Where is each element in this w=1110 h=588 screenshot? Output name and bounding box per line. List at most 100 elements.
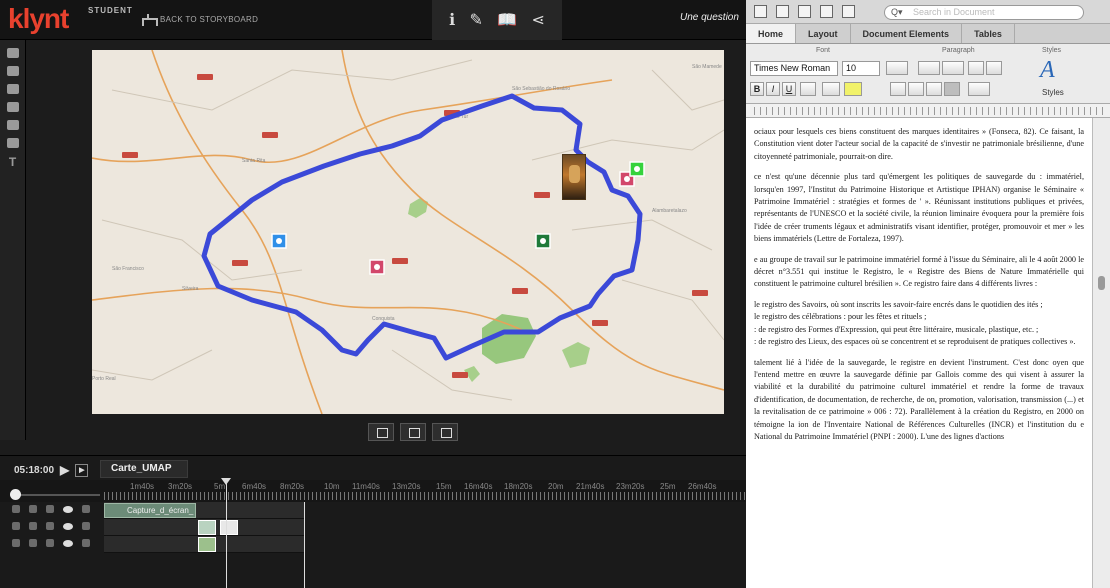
trash-icon[interactable] — [12, 522, 20, 530]
new-document-icon[interactable] — [754, 5, 767, 18]
camera-icon[interactable] — [6, 66, 19, 76]
clip-thumbnail[interactable] — [220, 520, 238, 535]
eye-icon[interactable] — [63, 523, 73, 530]
layout-small-button[interactable] — [368, 423, 394, 441]
save-icon[interactable] — [820, 5, 833, 18]
video-icon[interactable] — [6, 84, 19, 94]
ruler-label: 3m20s — [168, 482, 193, 491]
book-icon[interactable]: 📖 — [497, 10, 517, 30]
lock-icon[interactable] — [82, 539, 90, 547]
tab-home[interactable]: Home — [746, 24, 797, 43]
timecode-display: 05:18:00 ▶ ▶ — [14, 463, 89, 477]
font-size-select[interactable]: 10 — [842, 61, 880, 76]
clip-capture[interactable]: Capture_d_écran_ — [104, 503, 196, 518]
settings-icon[interactable] — [29, 522, 37, 530]
align-left-icon[interactable] — [890, 82, 906, 96]
document-page[interactable]: ociaux pour lesquels ces biens constitue… — [746, 118, 1092, 588]
layout-wide-button[interactable] — [432, 423, 458, 441]
tab-layout[interactable]: Layout — [796, 24, 851, 43]
ruler-label: 1m40s — [130, 482, 155, 491]
timeline-ruler[interactable]: 1m40s 3m20s 5m 6m40s 8m20s 10m 11m40s 13… — [0, 480, 746, 502]
track-lane[interactable] — [104, 536, 304, 553]
svg-text:Conquista: Conquista — [372, 316, 395, 322]
ruler-label: 15m — [436, 482, 452, 491]
step-forward-icon[interactable]: ▶ — [75, 463, 89, 477]
trash-icon[interactable] — [12, 505, 20, 513]
music-icon[interactable] — [6, 102, 19, 112]
eye-icon[interactable] — [63, 540, 73, 547]
document-search-input[interactable]: Search in Document — [884, 5, 1084, 20]
map-canvas[interactable]: São Sebastião do Rosário Rio Tur Santa R… — [92, 50, 724, 414]
track-lane[interactable]: Capture_d_écran_ — [104, 502, 304, 519]
align-center-icon[interactable] — [908, 82, 924, 96]
marker-blue — [271, 233, 287, 249]
styles-group-label: Styles — [1042, 47, 1062, 54]
photo-marker-thumbnail[interactable] — [562, 154, 586, 200]
clip-thumbnail[interactable] — [198, 537, 216, 552]
track-row: Capture_d_écran_ — [0, 502, 746, 519]
grid-icon[interactable] — [6, 48, 19, 58]
track-controls — [12, 505, 90, 513]
info-icon[interactable]: ℹ — [449, 10, 455, 30]
trash-icon[interactable] — [12, 539, 20, 547]
tab-tables[interactable]: Tables — [962, 24, 1015, 43]
styles-icon[interactable]: A — [1040, 58, 1066, 82]
numbering-icon[interactable] — [942, 61, 964, 75]
edit-pencil-icon[interactable]: ✎ — [470, 10, 483, 30]
templates-icon[interactable] — [776, 5, 789, 18]
lock-icon[interactable] — [82, 505, 90, 513]
justify-icon[interactable] — [944, 82, 960, 96]
open-icon[interactable] — [798, 5, 811, 18]
track-lane[interactable] — [104, 519, 304, 536]
font-name-select[interactable]: Times New Roman — [750, 61, 838, 76]
lock-toggle-icon[interactable] — [46, 522, 54, 530]
word-window: Search in Document Home Layout Document … — [746, 0, 1110, 588]
align-right-icon[interactable] — [926, 82, 942, 96]
decrease-indent-icon[interactable] — [968, 61, 984, 75]
scrollbar-thumb[interactable] — [1098, 276, 1105, 290]
marker-lime — [629, 161, 645, 177]
lock-toggle-icon[interactable] — [46, 505, 54, 513]
ruler-label: 25m — [660, 482, 676, 491]
marker-green — [535, 233, 551, 249]
timeline-panel: 05:18:00 ▶ ▶ Carte_UMAP 1m40s 3m20s 5m 6… — [0, 455, 746, 588]
lock-icon[interactable] — [82, 522, 90, 530]
paragraph: ce n'est qu'une décennie plus tard qu'ém… — [754, 172, 1084, 244]
underline-button[interactable]: U — [782, 82, 796, 96]
change-case-icon[interactable] — [886, 61, 908, 75]
bullets-icon[interactable] — [918, 61, 940, 75]
playhead[interactable] — [221, 478, 231, 588]
italic-button[interactable]: I — [766, 82, 780, 96]
bold-button[interactable]: B — [750, 82, 764, 96]
paragraph-group-label: Paragraph — [942, 47, 975, 54]
slideshow-icon[interactable] — [6, 120, 19, 130]
play-icon[interactable]: ▶ — [60, 463, 69, 477]
text-tool-icon[interactable]: T — [7, 156, 19, 168]
zoom-slider-track[interactable] — [10, 494, 100, 496]
increase-indent-icon[interactable] — [986, 61, 1002, 75]
settings-icon[interactable] — [29, 539, 37, 547]
zoom-slider-knob[interactable] — [10, 489, 21, 500]
share-icon[interactable]: ⋖ — [531, 10, 544, 30]
print-icon[interactable] — [842, 5, 855, 18]
klynt-editor: klynt STUDENT BACK TO STORYBOARD ℹ ✎ 📖 ⋖… — [0, 0, 746, 588]
svg-text:São Sebastião do Rosário: São Sebastião do Rosário — [512, 86, 570, 92]
highlight-icon[interactable] — [844, 82, 862, 96]
font-color-icon[interactable] — [822, 82, 840, 96]
horizontal-ruler[interactable] — [746, 104, 1110, 118]
list-item: le registro des célébrations : pour les … — [754, 312, 927, 322]
vertical-scrollbar[interactable] — [1092, 118, 1110, 588]
back-to-storyboard-button[interactable]: BACK TO STORYBOARD — [142, 14, 258, 26]
layout-portrait-button[interactable] — [400, 423, 426, 441]
eye-icon[interactable] — [63, 506, 73, 513]
sequence-tab[interactable]: Carte_UMAP — [100, 460, 188, 478]
image-icon[interactable] — [6, 138, 19, 148]
timeline-tracks: Capture_d_écran_ — [0, 502, 746, 588]
line-spacing-icon[interactable] — [968, 82, 990, 96]
strikethrough-icon[interactable] — [800, 82, 816, 96]
tab-document-elements[interactable]: Document Elements — [851, 24, 963, 43]
settings-icon[interactable] — [29, 505, 37, 513]
styles-button-label[interactable]: Styles — [1042, 88, 1064, 97]
clip-thumbnail[interactable] — [198, 520, 216, 535]
lock-toggle-icon[interactable] — [46, 539, 54, 547]
